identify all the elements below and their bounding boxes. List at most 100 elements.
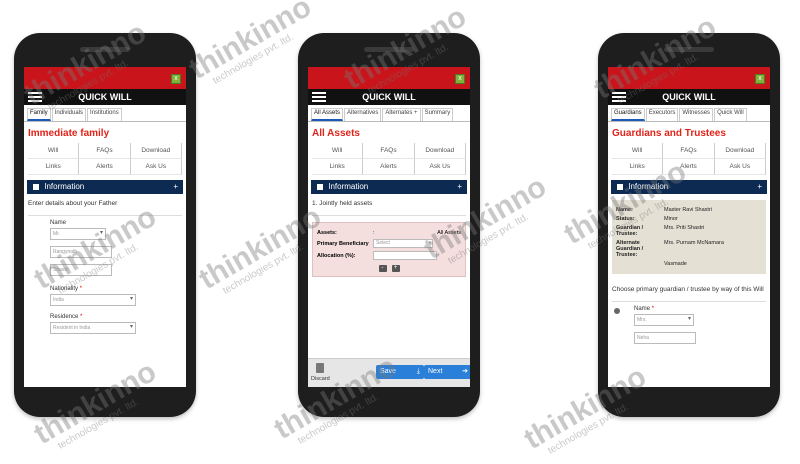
list-item: 1. Jointly held assets [312, 200, 373, 207]
tab-witnesses[interactable]: Witnesses [679, 108, 714, 121]
link-faqs[interactable]: FAQs [79, 143, 131, 159]
divider [28, 215, 182, 216]
allocation-row: Allocation (%): [317, 251, 461, 260]
summary-row: Guardian / Trustee: Mrs. Priti Shastri [616, 225, 705, 237]
remove-row-button[interactable]: - [378, 265, 387, 272]
phone-mockup-assets: x QUICK WILL All Assets Alternatives Alt… [298, 33, 480, 417]
trash-icon[interactable] [316, 363, 324, 373]
hamburger-menu-icon[interactable] [612, 92, 626, 102]
link-download[interactable]: Download [130, 143, 182, 159]
tab-institutions[interactable]: Institutions [87, 108, 122, 121]
link-ask-us[interactable]: Ask Us [714, 159, 766, 175]
link-faqs[interactable]: FAQs [663, 143, 715, 159]
discard-label[interactable]: Discard [311, 376, 330, 382]
info-icon [33, 183, 39, 190]
allocation-input[interactable] [373, 251, 437, 260]
link-faqs[interactable]: FAQs [363, 143, 415, 159]
app-top-bar: x [608, 67, 770, 89]
tab-summary[interactable]: Summary [421, 108, 454, 121]
link-will[interactable]: Will [312, 143, 364, 159]
add-row-button[interactable]: + [391, 265, 400, 272]
app-title: QUICK WILL [78, 92, 132, 102]
close-icon[interactable]: x [171, 74, 181, 84]
link-links[interactable]: Links [612, 159, 664, 175]
asset-allocation-form: Assets: : All Assets Primary Beneficiary… [312, 222, 466, 277]
choose-guardian-text: Choose primary guardian / trustee by way… [612, 286, 764, 293]
hamburger-menu-icon[interactable] [312, 92, 326, 102]
link-links[interactable]: Links [28, 159, 80, 175]
link-will[interactable]: Will [28, 143, 80, 159]
link-alerts[interactable]: Alerts [363, 159, 415, 175]
quick-links: Will FAQs Download Links Alerts Ask Us [608, 143, 770, 175]
link-ask-us[interactable]: Ask Us [414, 159, 466, 175]
summary-row: Vasmade [664, 261, 687, 267]
hamburger-menu-icon[interactable] [28, 92, 42, 102]
app-header: QUICK WILL [608, 89, 770, 105]
phone-screen: x QUICK WILL Guardians Executors Witness… [608, 67, 770, 387]
link-download[interactable]: Download [714, 143, 766, 159]
phone-mockup-guardians: x QUICK WILL Guardians Executors Witness… [598, 33, 780, 417]
nationality-select[interactable]: India [50, 294, 136, 306]
information-panel-header[interactable]: Information + [27, 180, 183, 194]
tab-alternatives[interactable]: Alternatives [344, 108, 382, 121]
save-button[interactable]: Save ⤓ [376, 365, 424, 379]
phone-speaker [80, 47, 130, 52]
tab-executors[interactable]: Executors [645, 108, 679, 121]
phone-mockup-family: x QUICK WILL Family Individuals Institut… [14, 33, 196, 417]
name-label: Name [50, 220, 67, 226]
summary-row: Name: Master Ravi Shastri [616, 207, 712, 213]
summary-row: Alternate Guardian / Trustee: Mrs. Purnam… [616, 240, 724, 258]
expand-icon[interactable]: + [457, 180, 462, 194]
last-name-field[interactable]: Shastri [50, 264, 112, 276]
expand-icon[interactable]: + [173, 180, 178, 194]
app-header: QUICK WILL [24, 89, 186, 105]
tab-guardians[interactable]: Guardians [611, 108, 645, 121]
tab-bar: All Assets Alternatives Alternates + Sum… [308, 105, 470, 122]
tab-bar: Guardians Executors Witnesses Quick Will [608, 105, 770, 122]
close-icon[interactable]: x [755, 74, 765, 84]
name-title-select[interactable]: Mr. [50, 228, 106, 240]
expand-icon[interactable]: + [757, 180, 762, 194]
beneficiary-select[interactable]: Select [373, 239, 433, 248]
quick-links: Will FAQs Download Links Alerts Ask Us [24, 143, 186, 175]
link-alerts[interactable]: Alerts [663, 159, 715, 175]
info-title: Information [44, 182, 85, 191]
summary-row: Status: Minor [616, 216, 678, 222]
page-title: Immediate family [28, 128, 110, 139]
app-top-bar: x [24, 67, 186, 89]
app-title: QUICK WILL [362, 92, 416, 102]
assets-label: Assets: [317, 230, 337, 236]
link-ask-us[interactable]: Ask Us [130, 159, 182, 175]
tab-family[interactable]: Family [27, 108, 51, 121]
first-name-field[interactable]: Rangynath [50, 246, 112, 258]
next-button[interactable]: Next ➔ [424, 365, 470, 379]
action-footer: Discard Save ⤓ Next ➔ [308, 358, 470, 387]
link-will[interactable]: Will [612, 143, 664, 159]
name-title-select[interactable]: Mrs. [634, 314, 694, 326]
quick-links: Will FAQs Download Links Alerts Ask Us [308, 143, 470, 175]
tab-alternates[interactable]: Alternates + [382, 108, 421, 121]
residence-select[interactable]: Resident in India [50, 322, 136, 334]
link-links[interactable]: Links [312, 159, 364, 175]
assets-value: All Assets [437, 230, 461, 236]
close-icon[interactable]: x [455, 74, 465, 84]
link-download[interactable]: Download [414, 143, 466, 159]
residence-label: Residence * [50, 314, 83, 320]
beneficiary-label: Primary Beneficiary [317, 240, 369, 247]
tab-quick-will[interactable]: Quick Will [714, 108, 747, 121]
information-panel-header[interactable]: Information + [311, 180, 467, 194]
radio-option[interactable] [614, 308, 620, 314]
guardian-summary-table: Name: Master Ravi Shastri Status: Minor Gu… [612, 200, 766, 274]
tab-bar: Family Individuals Institutions [24, 105, 186, 122]
link-alerts[interactable]: Alerts [79, 159, 131, 175]
first-name-field[interactable]: Neha [634, 332, 696, 344]
app-title: QUICK WILL [662, 92, 716, 102]
information-panel-header[interactable]: Information + [611, 180, 767, 194]
info-icon [317, 183, 323, 190]
allocation-label: Allocation (%): [317, 252, 356, 259]
tab-individuals[interactable]: Individuals [51, 108, 87, 121]
tab-all-assets[interactable]: All Assets [311, 108, 344, 121]
page-title: Guardians and Trustees [612, 128, 726, 139]
download-icon: ⤓ [416, 368, 420, 375]
info-title: Information [328, 182, 369, 191]
